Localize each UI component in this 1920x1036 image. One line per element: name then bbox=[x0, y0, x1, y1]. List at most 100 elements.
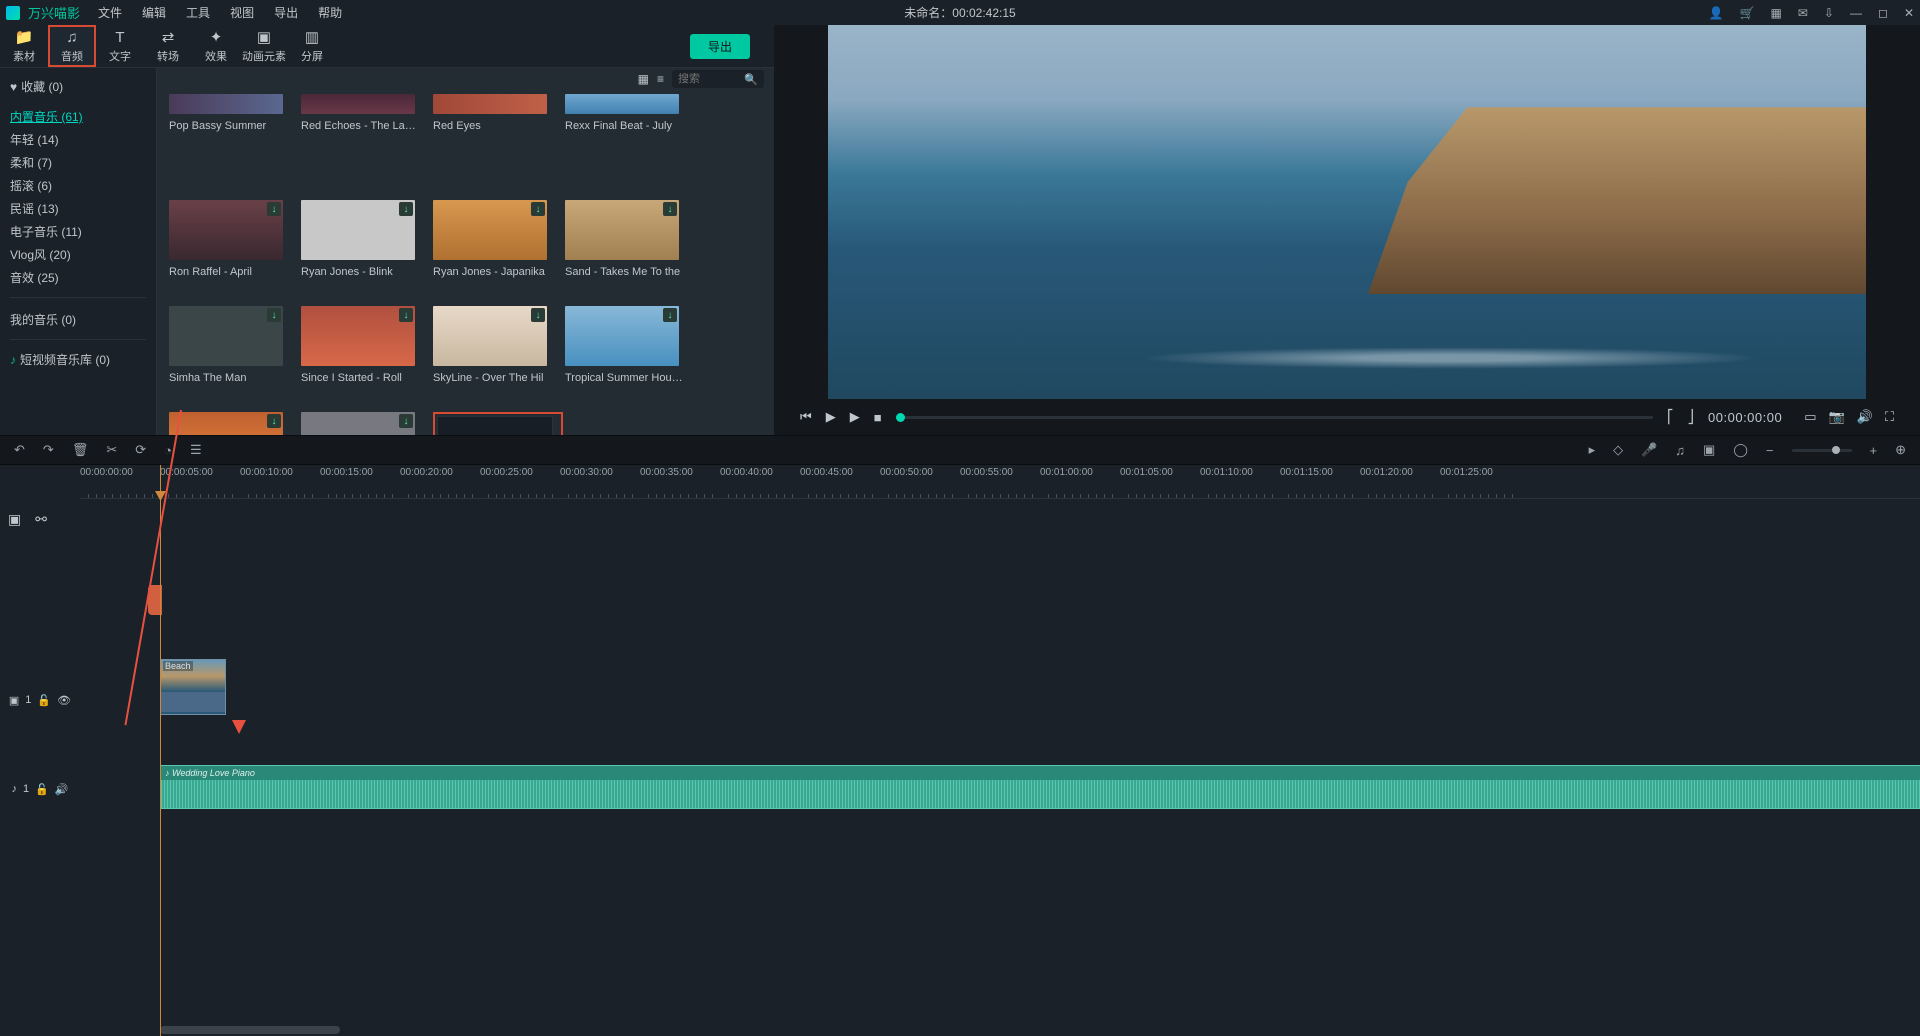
sidebar-cat-rock[interactable]: 摇滚 (6) bbox=[10, 174, 146, 197]
zoom-fit-icon[interactable]: ⊕ bbox=[1895, 442, 1906, 458]
sidebar-cat-soft[interactable]: 柔和 (7) bbox=[10, 151, 146, 174]
search-input[interactable] bbox=[678, 73, 744, 85]
tab-transition[interactable]: ⇄转场 bbox=[144, 25, 192, 67]
zoom-out-icon[interactable]: − bbox=[1766, 443, 1774, 458]
record-icon[interactable]: 🎤 bbox=[1641, 442, 1657, 458]
download-icon[interactable]: ↓ bbox=[663, 202, 677, 216]
sidebar-my-music[interactable]: 我的音乐 (0) bbox=[10, 308, 146, 331]
fit-icon[interactable]: ▭ bbox=[1804, 409, 1816, 425]
tab-media[interactable]: 📁素材 bbox=[0, 25, 48, 67]
cart-icon[interactable]: 🛒 bbox=[1740, 6, 1755, 20]
media-item[interactable]: ♪₊导入音乐 bbox=[433, 412, 563, 435]
mic-icon[interactable]: ⇩ bbox=[1824, 6, 1834, 20]
tab-audio[interactable]: ♫音频 bbox=[48, 25, 96, 67]
sidebar-cat-builtin[interactable]: 内置音乐 (61) bbox=[10, 105, 146, 128]
link-icon[interactable]: ⚯ bbox=[35, 511, 47, 528]
menu-help[interactable]: 帮助 bbox=[318, 4, 342, 21]
download-icon[interactable]: ↓ bbox=[399, 202, 413, 216]
refresh-icon[interactable]: ⟳ bbox=[135, 442, 146, 458]
manage-tracks-icon[interactable]: ▣ bbox=[8, 511, 21, 528]
play-icon[interactable]: ▶ bbox=[826, 409, 836, 425]
redo-icon[interactable]: ↷ bbox=[43, 442, 54, 458]
playhead[interactable] bbox=[160, 465, 161, 1036]
adjust-icon[interactable]: ☰ bbox=[190, 442, 202, 458]
media-item[interactable]: ↓Sand - Takes Me To the bbox=[565, 200, 683, 300]
media-item[interactable]: ↓Simha The Man bbox=[169, 306, 287, 406]
download-icon[interactable]: ↓ bbox=[267, 414, 281, 428]
sidebar-cat-young[interactable]: 年轻 (14) bbox=[10, 128, 146, 151]
marker-icon[interactable]: ◇ bbox=[1613, 442, 1623, 458]
audio-track-header[interactable]: ♪ 1 🔓 🔊 bbox=[0, 765, 80, 813]
lock-icon[interactable]: 🔓 bbox=[37, 694, 51, 707]
grid-view-icon[interactable]: ▦ bbox=[638, 72, 649, 86]
media-item[interactable]: ↓Yellow Ribbon - We Wil bbox=[301, 412, 419, 435]
close-icon[interactable]: ✕ bbox=[1904, 6, 1914, 20]
mark-out-icon[interactable]: ⎦ bbox=[1688, 409, 1695, 425]
download-icon[interactable]: ↓ bbox=[531, 202, 545, 216]
download-icon[interactable]: ↓ bbox=[399, 414, 413, 428]
mark-in-icon[interactable]: ⎡ bbox=[1667, 409, 1674, 425]
media-item[interactable]: Red Eyes bbox=[433, 94, 551, 194]
media-item[interactable]: ↓Ron Raffel - April bbox=[169, 200, 287, 300]
zoom-in-icon[interactable]: + bbox=[1870, 443, 1878, 458]
tab-effects[interactable]: ✦效果 bbox=[192, 25, 240, 67]
preview-video[interactable] bbox=[828, 25, 1866, 399]
mixer-icon[interactable]: ♫ bbox=[1675, 443, 1685, 458]
media-item[interactable]: ↓Ryan Jones - Japanika bbox=[433, 200, 551, 300]
clock-icon[interactable]: ◔ bbox=[164, 443, 172, 458]
tab-elements[interactable]: ▣动画元素 bbox=[240, 25, 288, 67]
media-item[interactable]: ↓Ryan Jones - Blink bbox=[301, 200, 419, 300]
cut-icon[interactable]: ✂ bbox=[106, 442, 117, 458]
preview-slider[interactable] bbox=[896, 416, 1653, 419]
menu-export[interactable]: 导出 bbox=[274, 4, 298, 21]
lock-icon[interactable]: 🔓 bbox=[35, 783, 49, 796]
download-icon[interactable]: ↓ bbox=[267, 202, 281, 216]
mail-icon[interactable]: ✉ bbox=[1798, 6, 1808, 20]
sidebar-cat-folk[interactable]: 民谣 (13) bbox=[10, 197, 146, 220]
undo-icon[interactable]: ↶ bbox=[14, 442, 25, 458]
tab-split[interactable]: ▥分屏 bbox=[288, 25, 336, 67]
next-icon[interactable]: ▶ bbox=[850, 409, 860, 425]
sidebar-favorites[interactable]: ♥收藏 (0) bbox=[10, 78, 146, 95]
zoom-slider[interactable] bbox=[1792, 449, 1852, 452]
gallery-icon[interactable]: ▦ bbox=[1771, 6, 1782, 20]
minimize-icon[interactable]: — bbox=[1850, 6, 1862, 20]
media-item[interactable]: ↓Wedding Love Piano bbox=[169, 412, 287, 435]
circle-icon[interactable]: ◯ bbox=[1733, 442, 1748, 458]
delete-icon[interactable]: 🗑 bbox=[72, 442, 89, 458]
snapshot-icon[interactable]: 📷 bbox=[1829, 409, 1845, 425]
horizontal-scrollbar[interactable] bbox=[160, 1026, 340, 1034]
menu-tools[interactable]: 工具 bbox=[186, 4, 210, 21]
media-item[interactable]: ↓SkyLine - Over The Hil bbox=[433, 306, 551, 406]
media-item[interactable]: ↓Tropical Summer House bbox=[565, 306, 683, 406]
fullscreen-icon[interactable]: ⛶ bbox=[1885, 409, 1894, 425]
download-icon[interactable]: ↓ bbox=[399, 308, 413, 322]
account-icon[interactable]: 👤 bbox=[1709, 6, 1724, 20]
media-item[interactable]: Pop Bassy Summer bbox=[169, 94, 287, 194]
maximize-icon[interactable]: ◻ bbox=[1878, 6, 1888, 20]
media-item[interactable]: Rexx Final Beat - July bbox=[565, 94, 683, 194]
prev-frame-icon[interactable]: ⏮ bbox=[800, 409, 812, 425]
download-icon[interactable]: ↓ bbox=[531, 308, 545, 322]
render-icon[interactable]: ▸ bbox=[1589, 442, 1596, 458]
menu-edit[interactable]: 编辑 bbox=[142, 4, 166, 21]
stop-icon[interactable]: ■ bbox=[874, 410, 882, 425]
crop-icon[interactable]: ▣ bbox=[1703, 442, 1715, 458]
volume-icon[interactable]: 🔊 bbox=[1857, 409, 1873, 425]
time-ruler[interactable]: 00:00:00:0000:00:05:0000:00:10:0000:00:1… bbox=[80, 465, 1920, 499]
sidebar-cat-sfx[interactable]: 音效 (25) bbox=[10, 266, 146, 289]
timeline-body[interactable]: 00:00:00:0000:00:05:0000:00:10:0000:00:1… bbox=[80, 465, 1920, 1036]
export-button[interactable]: 导出 bbox=[690, 34, 750, 59]
search-icon[interactable]: 🔍 bbox=[744, 73, 758, 86]
sidebar-short-video[interactable]: ♪短视频音乐库 (0) bbox=[10, 348, 146, 371]
list-view-icon[interactable]: ≡ bbox=[657, 72, 664, 86]
media-item[interactable]: Red Echoes - The Last P bbox=[301, 94, 419, 194]
tab-text[interactable]: T文字 bbox=[96, 25, 144, 67]
sidebar-cat-vlog[interactable]: Vlog风 (20) bbox=[10, 243, 146, 266]
video-clip[interactable]: Beach bbox=[160, 659, 226, 715]
eye-icon[interactable]: 👁 bbox=[57, 694, 71, 707]
video-track-header[interactable]: ▣ 1 🔓 👁 bbox=[0, 659, 80, 741]
search-box[interactable]: 🔍 bbox=[672, 70, 764, 88]
download-icon[interactable]: ↓ bbox=[267, 308, 281, 322]
media-item[interactable]: ↓Since I Started - Roll bbox=[301, 306, 419, 406]
